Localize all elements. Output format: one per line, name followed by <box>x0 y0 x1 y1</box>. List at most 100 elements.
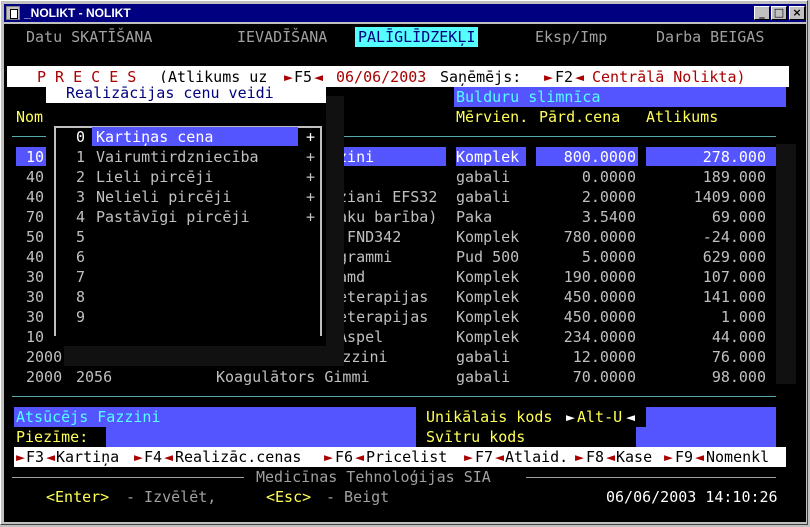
fkey-f7-label: Atlaid. <box>505 448 569 466</box>
popup-item-num: 9 <box>76 308 86 326</box>
menu-ievadisana[interactable]: IEVADĪŠANA <box>237 27 327 47</box>
fkey-f8-label: Kase <box>616 448 653 466</box>
arrow-left-icon: ◄ <box>164 448 174 466</box>
plus-icon: + <box>306 148 316 166</box>
cell-price: 70.0000 <box>572 368 636 386</box>
cell-unit: gabali <box>456 348 511 366</box>
centrala-label: Centrālā Nolikta) <box>592 68 746 86</box>
cell-nom: 40 <box>26 248 45 266</box>
menu-darba-beigas[interactable]: Darba BEIGAS <box>656 27 764 47</box>
cell-unit: gabali <box>456 188 511 206</box>
footer-divider <box>12 396 776 397</box>
arrow-left-icon: ◄ <box>46 448 56 466</box>
popup-item-num: 1 <box>76 148 86 166</box>
cell-unit: gabali <box>456 168 511 186</box>
popup-item-label: Lieli pircēji <box>96 168 214 186</box>
arrow-right-icon: ► <box>134 448 144 466</box>
arrow-right-icon: ► <box>664 448 674 466</box>
maximize-button[interactable]: □ <box>771 6 787 20</box>
enter-text: - Izvēlēt, <box>126 488 217 506</box>
menu-eksp-imp[interactable]: Eksp/Imp <box>535 27 607 47</box>
popup-item-label: Kartiņas cena <box>96 128 214 146</box>
col-pard-cena: Pārd.cena <box>539 108 621 126</box>
cell-stock: 141.000 <box>702 288 766 306</box>
cell-unit: Pud 500 <box>456 248 520 266</box>
svitru-label: Svītru kods <box>426 428 526 446</box>
f2-key[interactable]: F2 <box>555 67 573 87</box>
popup-title: Realizācijas cenu veidi <box>66 84 274 102</box>
cell-unit: Komplek <box>456 308 520 326</box>
arrow-right-icon: ► <box>464 448 474 466</box>
plus-icon: + <box>306 208 316 226</box>
fkey-f6[interactable]: F6 <box>335 447 353 467</box>
arrow-right-icon: ► <box>16 448 26 466</box>
arrow-right-icon: ► <box>324 448 334 466</box>
cell-unit: Komplek <box>456 328 520 346</box>
cell-stock: 629.000 <box>702 248 766 266</box>
cell-price: 450.0000 <box>563 288 636 306</box>
client-name: Bulduru slimnīca <box>456 88 601 106</box>
cell-nom: 30 <box>26 308 45 326</box>
cell-stock: 189.000 <box>702 168 766 186</box>
terminal-screen: Datu SKATĪŠANA IEVADĪŠANA PALĪGLĪDZEKĻI … <box>4 24 806 522</box>
cell-nom: 2000 <box>26 348 63 366</box>
arrow-left-icon: ◄ <box>495 448 505 466</box>
cell-name: Aspel <box>338 328 384 346</box>
piezime-label: Piezīme: <box>16 428 89 446</box>
popup-item-num: 5 <box>76 228 86 246</box>
enter-key: <Enter> <box>46 488 110 506</box>
app-icon[interactable] <box>6 6 20 20</box>
fkey-f3[interactable]: F3 <box>26 447 44 467</box>
cell-price: 0.0000 <box>581 168 636 186</box>
arrow-right-icon: ► <box>544 68 554 86</box>
cell-price: 450.0000 <box>563 308 636 326</box>
cell-nom: 50 <box>26 228 45 246</box>
cell-price: 234.0000 <box>563 328 636 346</box>
popup-item-num: 4 <box>76 208 86 226</box>
piezime-field[interactable] <box>106 427 416 447</box>
title-bar[interactable]: _NOLIKT - NOLIKT _ □ × <box>4 4 806 22</box>
fkey-f8[interactable]: F8 <box>586 447 604 467</box>
svitru-field[interactable] <box>636 427 776 447</box>
cell-stock: 98.000 <box>711 368 766 386</box>
cell-price: 800.0000 <box>563 148 636 166</box>
unikalais-field[interactable] <box>646 407 776 427</box>
cell-unit: Komplek <box>456 148 520 166</box>
cell-stock: 69.000 <box>711 208 766 226</box>
popup-item-num: 2 <box>76 168 86 186</box>
panel-shadow <box>776 144 796 384</box>
cell-price: 780.0000 <box>563 228 636 246</box>
minimize-button[interactable]: _ <box>754 6 770 20</box>
menu-datu-skatisana[interactable]: Datu SKATĪŠANA <box>26 27 152 47</box>
window-title: _NOLIKT - NOLIKT <box>24 6 131 20</box>
arrow-left-icon: ◄ <box>355 448 365 466</box>
atsucejs-text: Atsūcējs Fazzini <box>16 408 161 426</box>
close-button[interactable]: × <box>789 6 805 20</box>
cell-unit: Komplek <box>456 228 520 246</box>
popup-item-num: 8 <box>76 288 86 306</box>
col-nom: Nom <box>16 108 44 126</box>
col-atlikums: Atlikums <box>646 108 719 126</box>
popup-item-num: 6 <box>76 248 86 266</box>
fkey-f9[interactable]: F9 <box>675 447 693 467</box>
fkey-f7[interactable]: F7 <box>475 447 493 467</box>
popup-item-num: 3 <box>76 188 86 206</box>
cell-nom: 30 <box>26 268 45 286</box>
fkey-f4[interactable]: F4 <box>144 447 162 467</box>
cell-unit: Komplek <box>456 268 520 286</box>
cell-stock: -24.000 <box>702 228 766 246</box>
fkey-f4-label: Realizāc.cenas <box>175 448 302 466</box>
cell-price: 12.0000 <box>572 348 636 366</box>
popup-item-label: Vairumtirdzniecība <box>96 148 259 166</box>
popup-shadow <box>326 96 344 366</box>
fkey-f6-label: Pricelist <box>366 448 448 466</box>
cell-nom: 70 <box>26 208 45 226</box>
cell-nom: 10 <box>26 328 45 346</box>
header-date: 06/06/2003 <box>336 68 427 86</box>
menu-paligl[interactable]: PALĪGLĪDZEKĻI <box>355 27 479 47</box>
cell-nom: 2000 <box>26 368 63 386</box>
cell-unit: gabali <box>456 368 511 386</box>
alt-u-key[interactable]: Alt-U <box>577 407 622 427</box>
plus-icon: + <box>306 128 316 146</box>
cell-name: kaku barība) <box>329 208 438 226</box>
